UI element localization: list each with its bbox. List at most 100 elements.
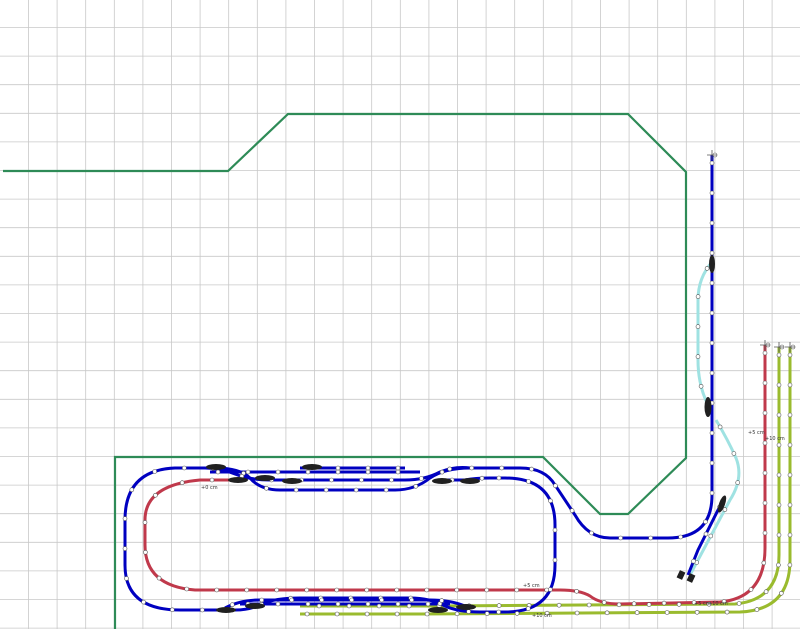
track-joint — [379, 597, 385, 603]
turnout-icon[interactable] — [206, 464, 226, 470]
track-joint — [787, 502, 793, 508]
track-joint — [761, 560, 767, 566]
track-joint — [529, 466, 534, 472]
turnout-icon[interactable] — [432, 478, 452, 484]
track-joint — [762, 380, 768, 386]
track-joint — [631, 601, 637, 607]
main-yard-branch[interactable] — [686, 499, 725, 576]
turnout-icon[interactable] — [704, 397, 712, 417]
turnout-icon[interactable] — [216, 607, 236, 613]
track-joint — [129, 487, 135, 493]
track-joint — [274, 587, 280, 593]
turnout-icon[interactable] — [282, 478, 302, 484]
track-joint — [547, 587, 553, 592]
track-joint — [499, 465, 505, 471]
track-joint — [776, 382, 782, 388]
track-joint — [305, 469, 311, 475]
track-joint — [365, 469, 371, 475]
track-joint — [604, 610, 610, 616]
turnout-icon[interactable] — [460, 478, 480, 484]
track-joint — [787, 352, 793, 358]
track-joint — [122, 516, 128, 521]
track-joint — [569, 508, 575, 513]
track-joint — [526, 479, 531, 484]
track-joint — [676, 602, 682, 607]
track-joint — [479, 475, 485, 481]
turnout-icon[interactable] — [245, 603, 265, 609]
track-main[interactable] — [123, 155, 725, 614]
track-joint — [264, 485, 269, 491]
track-joint — [762, 500, 768, 506]
track-joint — [525, 606, 531, 611]
track-joint — [731, 451, 737, 456]
track-joint — [230, 602, 235, 608]
track-joint — [425, 601, 431, 607]
track-joint — [691, 558, 696, 564]
track-joint — [709, 490, 715, 496]
track-joint — [648, 535, 653, 541]
track-joint — [170, 607, 175, 613]
track-joint — [244, 587, 249, 593]
track-joint — [484, 587, 490, 593]
track-joint — [709, 160, 715, 166]
track-joint — [466, 609, 471, 614]
track-joint — [724, 609, 730, 615]
track-joint — [762, 350, 768, 356]
track-joint — [763, 589, 769, 595]
track-end-icon — [707, 150, 717, 160]
track-joint — [709, 430, 715, 436]
track-siding[interactable] — [688, 261, 741, 576]
turnout-icon[interactable] — [456, 604, 476, 610]
track-joint — [703, 531, 709, 537]
turnout-icon[interactable] — [228, 477, 248, 483]
turnout-icon[interactable] — [709, 255, 715, 273]
track-joint — [335, 465, 341, 471]
track-joint — [698, 383, 704, 389]
track-joint — [293, 487, 299, 493]
track-joint — [383, 487, 389, 493]
track-joint — [787, 442, 793, 448]
track-joint — [574, 588, 579, 594]
track-joint — [664, 610, 670, 615]
track-joint — [419, 476, 424, 481]
track-joint — [722, 507, 728, 512]
track-joint — [552, 527, 558, 533]
track-joint — [439, 598, 445, 603]
track-joint — [514, 587, 520, 593]
track-joint — [618, 535, 623, 541]
track-joint — [589, 530, 594, 536]
track-joint — [703, 519, 708, 525]
track-joint — [776, 442, 782, 448]
turnout-icon[interactable] — [302, 464, 322, 470]
track-joint — [334, 611, 340, 617]
track-joint — [709, 280, 715, 286]
track-joint — [394, 587, 400, 593]
track-joint — [365, 465, 371, 471]
track-joint — [245, 469, 251, 475]
track-joint — [275, 469, 281, 475]
track-joint — [552, 557, 558, 563]
track-joint — [319, 597, 325, 603]
track-joint — [709, 220, 715, 226]
track-joint — [661, 600, 667, 606]
track-joint — [556, 602, 562, 608]
track-joint — [359, 477, 364, 483]
turnout-icon[interactable] — [428, 607, 448, 613]
track-joint — [776, 412, 782, 418]
track-joint — [447, 466, 453, 472]
track-joint — [762, 410, 768, 416]
track-joint — [349, 597, 355, 603]
track-joint — [335, 469, 341, 475]
track-joint — [395, 469, 401, 475]
track-joint — [778, 590, 784, 596]
track-joint — [646, 602, 652, 607]
track-joint — [335, 601, 341, 607]
track-joint — [275, 601, 281, 607]
track-joint — [409, 597, 415, 603]
turnout-icon[interactable] — [255, 475, 275, 481]
track-joint — [353, 487, 359, 493]
track-joint — [787, 562, 793, 568]
turnouts[interactable] — [206, 255, 728, 613]
track-joint — [143, 549, 148, 555]
track-plan-canvas: +0 cm +5 cm +10 cm +5 cm +10 cm +5 cm +1… — [0, 0, 800, 629]
